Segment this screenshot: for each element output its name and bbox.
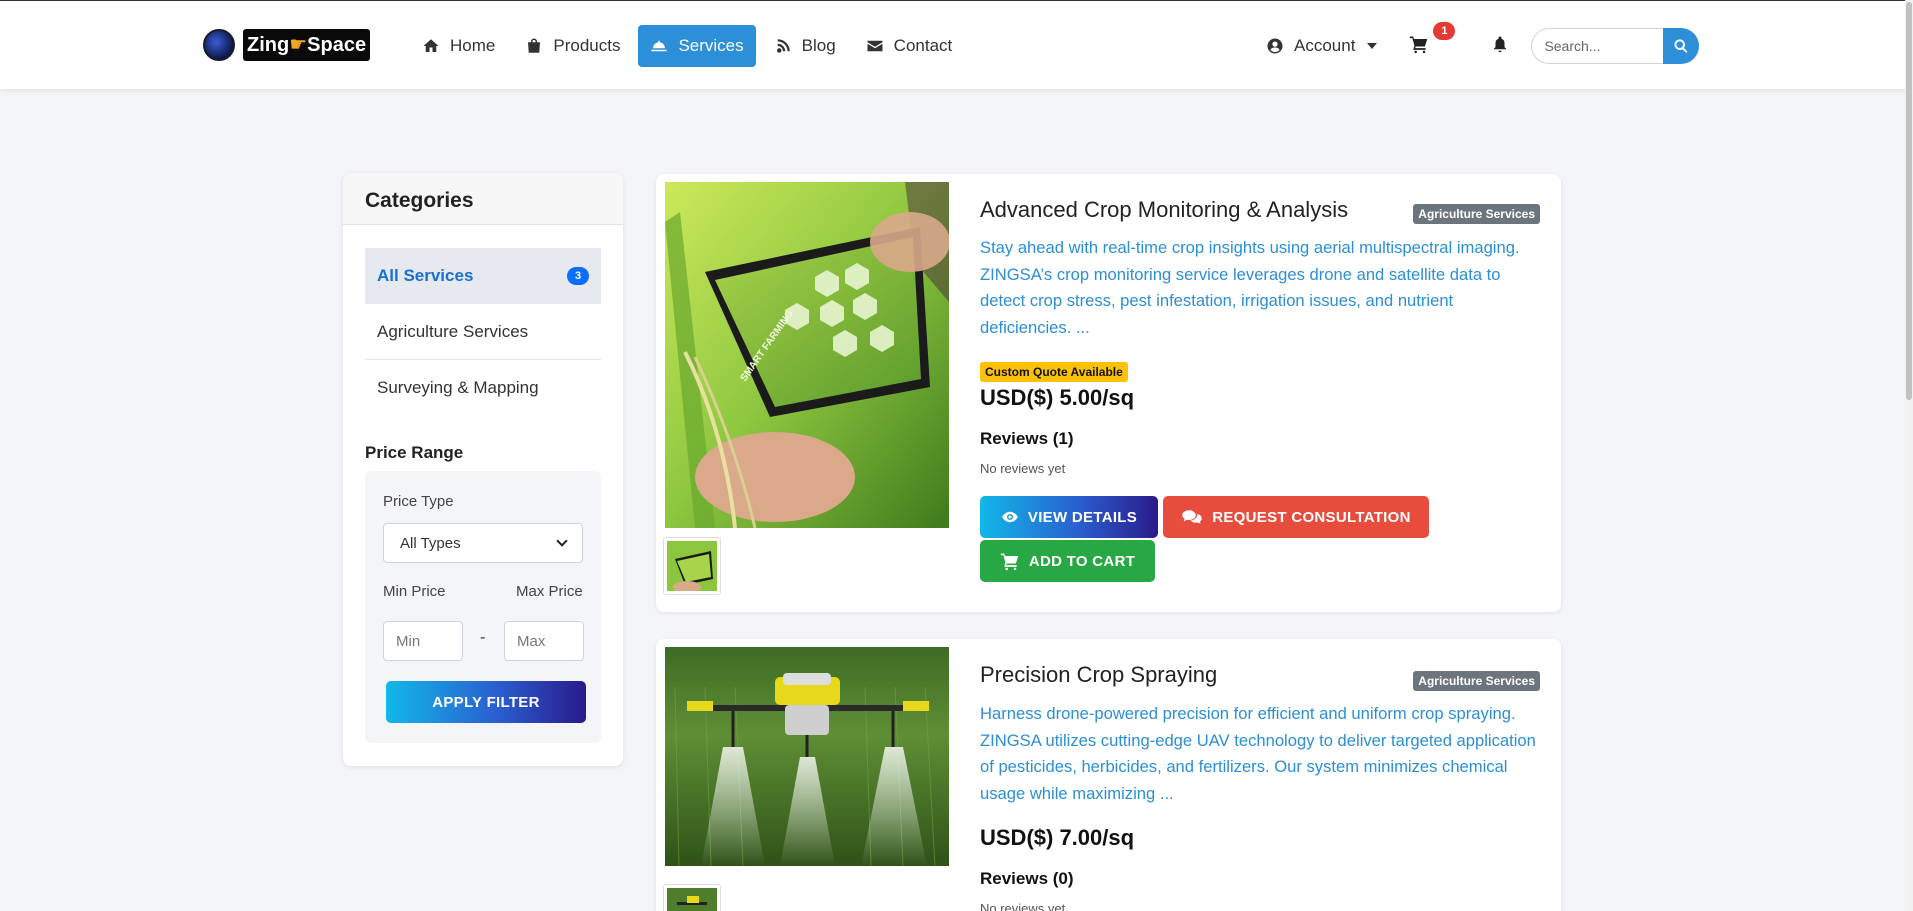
bell-icon xyxy=(1494,36,1507,52)
max-price-input[interactable] xyxy=(504,621,584,661)
cart-button[interactable]: 1 xyxy=(1409,21,1456,59)
nav-services[interactable]: Services xyxy=(638,25,756,67)
category-label: Agriculture Services xyxy=(377,321,529,341)
cart-icon xyxy=(1000,553,1019,571)
category-all-services[interactable]: All Services 3 xyxy=(365,248,601,304)
search-bar xyxy=(1531,28,1700,64)
categories-title: Categories xyxy=(343,173,623,225)
main-nav: Home Products Services Blog Contact xyxy=(410,25,970,67)
crop-monitoring-photo: SMART FARMING xyxy=(665,182,949,528)
view-details-button[interactable]: VIEW DETAILS xyxy=(980,496,1158,538)
nav-right-tools: Account 1 xyxy=(1266,21,1700,67)
top-navbar: Zing☛Space Home Products Services Blog C… xyxy=(0,0,1913,89)
product-title[interactable]: Advanced Crop Monitoring & Analysis xyxy=(980,197,1348,223)
pointing-hand-icon: ☛ xyxy=(289,34,308,56)
brand-wordmark: Zing☛Space xyxy=(243,29,371,61)
crop-spraying-photo xyxy=(665,647,949,866)
envelope-icon xyxy=(867,40,883,52)
nav-contact[interactable]: Contact xyxy=(854,25,965,67)
product-description: Harness drone-powered precision for effi… xyxy=(980,704,1536,803)
search-icon xyxy=(1674,39,1688,53)
globe-logo-icon xyxy=(203,29,235,61)
scrollbar-thumb[interactable] xyxy=(1906,2,1912,400)
account-dropdown[interactable]: Account xyxy=(1266,36,1378,56)
user-circle-icon xyxy=(1267,38,1283,54)
nav-contact-label: Contact xyxy=(893,36,953,55)
shopping-bag-icon xyxy=(528,38,541,53)
category-surveying-mapping[interactable]: Surveying & Mapping xyxy=(365,360,601,416)
product-title[interactable]: Precision Crop Spraying xyxy=(980,662,1217,688)
product-card: Precision Crop Spraying Agriculture Serv… xyxy=(656,639,1561,911)
blog-icon xyxy=(776,39,790,53)
brand-logo[interactable]: Zing☛Space xyxy=(203,29,371,61)
category-label: Surveying & Mapping xyxy=(377,378,539,397)
nav-services-label: Services xyxy=(678,36,744,55)
product-image-crop-spraying[interactable] xyxy=(665,647,949,866)
category-badge: Agriculture Services xyxy=(1413,671,1540,691)
add-to-cart-label: ADD TO CART xyxy=(1028,552,1136,570)
cart-count-badge: 1 xyxy=(1433,21,1456,40)
shopping-cart-icon xyxy=(1410,36,1428,53)
comments-icon xyxy=(1182,510,1202,524)
caret-down-icon xyxy=(1367,43,1378,49)
min-price-label: Min Price xyxy=(383,583,446,600)
request-consultation-button[interactable]: REQUEST CONSULTATION xyxy=(1163,496,1429,538)
product-price: USD($) 7.00/sq xyxy=(980,825,1135,850)
price-type-select[interactable]: All Types xyxy=(383,523,583,563)
range-dash: - xyxy=(480,629,486,646)
max-price-label: Max Price xyxy=(516,583,583,600)
category-agriculture-services[interactable]: Agriculture Services xyxy=(365,304,601,360)
reviews-title: Reviews (1) xyxy=(980,429,1074,448)
product-description: Stay ahead with real-time crop insights … xyxy=(980,238,1520,337)
thumbnail-image xyxy=(667,888,717,911)
reviews-title: Reviews (0) xyxy=(980,869,1074,888)
search-input[interactable] xyxy=(1531,28,1664,64)
price-range-panel: Price Type All Types Min Price Max Price… xyxy=(365,471,601,743)
product-image-crop-monitoring[interactable]: SMART FARMING xyxy=(665,182,949,528)
search-button[interactable] xyxy=(1663,28,1700,64)
notifications-button[interactable] xyxy=(1491,35,1509,58)
category-list: All Services 3 Agriculture Services Surv… xyxy=(365,248,601,416)
thumbnail-image xyxy=(667,541,717,593)
nav-blog-label: Blog xyxy=(801,36,836,55)
category-badge: Agriculture Services xyxy=(1413,204,1540,224)
home-icon xyxy=(423,39,439,52)
category-count-badge: 3 xyxy=(567,267,589,285)
add-to-cart-button[interactable]: ADD TO CART xyxy=(980,540,1155,582)
request-consultation-label: REQUEST CONSULTATION xyxy=(1212,508,1411,526)
chevron-down-icon xyxy=(556,535,568,547)
apply-filter-button[interactable]: APPLY FILTER xyxy=(386,681,586,723)
custom-quote-badge: Custom Quote Available xyxy=(980,362,1128,382)
brand-name-part1: Zing xyxy=(247,34,290,56)
price-type-label: Price Type xyxy=(383,493,454,510)
brand-name-part2: Space xyxy=(307,34,367,56)
nav-home-label: Home xyxy=(450,36,496,55)
eye-icon xyxy=(1002,511,1018,523)
product-card: SMART FARMING Advanced Crop Monitoring &… xyxy=(656,174,1561,612)
reviews-empty-text: No reviews yet xyxy=(980,461,1066,476)
reviews-empty-text: No reviews yet xyxy=(980,901,1066,911)
nav-home[interactable]: Home xyxy=(410,25,507,67)
product-price: USD($) 5.00/sq xyxy=(980,385,1135,410)
nav-blog[interactable]: Blog xyxy=(762,25,848,67)
nav-products[interactable]: Products xyxy=(513,25,632,67)
price-type-value: All Types xyxy=(400,534,461,552)
nav-products-label: Products xyxy=(553,36,621,55)
price-range-title: Price Range xyxy=(365,443,464,462)
filter-sidebar: Categories All Services 3 Agriculture Se… xyxy=(343,173,623,766)
category-label: All Services xyxy=(377,266,474,285)
account-label: Account xyxy=(1294,36,1356,55)
product-thumbnail[interactable] xyxy=(663,537,721,595)
min-price-input[interactable] xyxy=(383,621,463,661)
service-bell-icon xyxy=(651,40,667,52)
view-details-label: VIEW DETAILS xyxy=(1027,508,1138,526)
page-scrollbar[interactable] xyxy=(1905,0,1913,911)
product-thumbnail[interactable] xyxy=(663,884,721,911)
